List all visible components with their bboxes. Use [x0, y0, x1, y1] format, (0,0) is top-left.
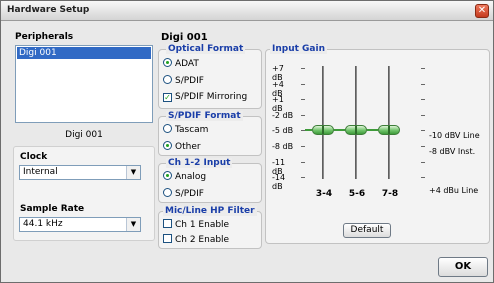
gain-link — [334, 129, 345, 132]
peripherals-heading: Peripherals — [15, 32, 74, 42]
selected-peripheral-caption: Digi 001 — [65, 130, 103, 140]
checkbox-label: Ch 1 Enable — [175, 220, 230, 230]
checkbox-icon[interactable] — [163, 219, 172, 228]
ok-button[interactable]: OK — [438, 257, 488, 277]
gain-db-label: -8 dB — [272, 142, 294, 151]
gain-ref-mid: -8 dBV Inst. — [429, 147, 476, 156]
gain-tick — [301, 68, 305, 69]
list-item[interactable]: Digi 001 — [17, 47, 151, 59]
checkbox-ch2-enable[interactable]: Ch 2 Enable — [163, 234, 229, 245]
radio-label: S/PDIF — [175, 189, 204, 199]
gain-tick — [421, 68, 425, 69]
radio-other[interactable]: Other — [163, 141, 201, 152]
gain-fader-knob[interactable] — [312, 125, 334, 136]
gain-fader-track[interactable] — [322, 66, 324, 180]
gain-tick — [301, 83, 305, 85]
default-button[interactable]: Default — [343, 223, 391, 238]
gain-ref-bottom: +4 dBu Line — [429, 186, 479, 195]
gain-fader-track[interactable] — [355, 66, 357, 180]
gain-tick — [301, 177, 305, 179]
gain-tick — [421, 130, 425, 132]
hardware-setup-window: Hardware Setup ✕ Peripherals Digi 001 Di… — [0, 0, 494, 283]
close-icon[interactable]: ✕ — [475, 4, 489, 18]
radio-ch12-spdif[interactable]: S/PDIF — [163, 188, 204, 199]
sample-rate-label: Sample Rate — [20, 204, 85, 214]
radio-on-icon[interactable] — [163, 171, 172, 180]
radio-off-icon[interactable] — [163, 188, 172, 197]
radio-on-icon[interactable] — [163, 141, 172, 150]
radio-on-icon[interactable] — [163, 58, 172, 67]
gain-tick — [421, 83, 425, 85]
clock-select[interactable]: Internal ▼ — [19, 165, 141, 180]
window-title: Hardware Setup — [7, 5, 90, 15]
gain-fader-knob[interactable] — [378, 125, 400, 136]
gain-fader-track[interactable] — [388, 66, 390, 180]
checkbox-label: Ch 2 Enable — [175, 235, 230, 245]
ch12-input-legend: Ch 1-2 Input — [166, 158, 233, 168]
gain-fader-knob[interactable] — [345, 125, 367, 136]
gain-channel-label: 5-6 — [348, 189, 366, 200]
spdif-format-legend: S/PDIF Format — [166, 111, 243, 121]
radio-label: Tascam — [175, 125, 209, 135]
clock-label: Clock — [20, 152, 48, 162]
sample-rate-value: 44.1 kHz — [23, 219, 63, 229]
gain-tick — [421, 146, 425, 147]
checkbox-label: S/PDIF Mirroring — [175, 92, 248, 102]
radio-analog[interactable]: Analog — [163, 171, 206, 182]
input-gain-legend: Input Gain — [270, 44, 327, 54]
gain-db-label: -14 dB — [272, 173, 286, 192]
checkbox-spdif-mirroring[interactable]: ✓ S/PDIF Mirroring — [163, 92, 247, 103]
gain-tick — [301, 161, 305, 163]
radio-off-icon[interactable] — [163, 124, 172, 133]
radio-off-icon[interactable] — [163, 75, 172, 84]
title-bar: Hardware Setup ✕ — [1, 1, 493, 21]
gain-channel-label: 3-4 — [315, 189, 333, 200]
radio-tascam[interactable]: Tascam — [163, 124, 208, 135]
radio-label: Analog — [175, 172, 207, 182]
checkbox-ch1-enable[interactable]: Ch 1 Enable — [163, 219, 229, 230]
radio-label: S/PDIF — [175, 76, 204, 86]
radio-optical-spdif[interactable]: S/PDIF — [163, 75, 204, 86]
hp-filter-legend: Mic/Line HP Filter — [163, 206, 257, 216]
peripherals-list[interactable]: Digi 001 — [15, 45, 153, 123]
gain-ref-top: -10 dBV Line — [429, 131, 480, 140]
gain-tick — [301, 99, 305, 101]
gain-tick — [421, 114, 425, 116]
gain-db-label: -5 dB — [272, 126, 294, 136]
sample-rate-select[interactable]: 44.1 kHz ▼ — [19, 217, 141, 232]
gain-tick — [421, 99, 425, 101]
device-title: Digi 001 — [161, 32, 208, 43]
chevron-down-icon[interactable]: ▼ — [126, 166, 140, 179]
gain-tick — [421, 177, 425, 179]
gain-tick — [301, 114, 305, 116]
radio-label: ADAT — [175, 59, 199, 69]
radio-adat[interactable]: ADAT — [163, 58, 199, 69]
clock-value: Internal — [23, 167, 58, 177]
gain-channel-label: 7-8 — [381, 189, 399, 200]
checkmark-icon[interactable]: ✓ — [163, 93, 172, 102]
gain-link — [367, 129, 378, 132]
gain-link — [305, 129, 312, 132]
gain-tick — [421, 161, 425, 163]
gain-db-label: -2 dB — [272, 110, 294, 120]
chevron-down-icon[interactable]: ▼ — [126, 218, 140, 231]
gain-tick — [301, 146, 305, 147]
radio-label: Other — [175, 142, 201, 152]
optical-format-legend: Optical Format — [166, 44, 246, 54]
checkbox-icon[interactable] — [163, 234, 172, 243]
